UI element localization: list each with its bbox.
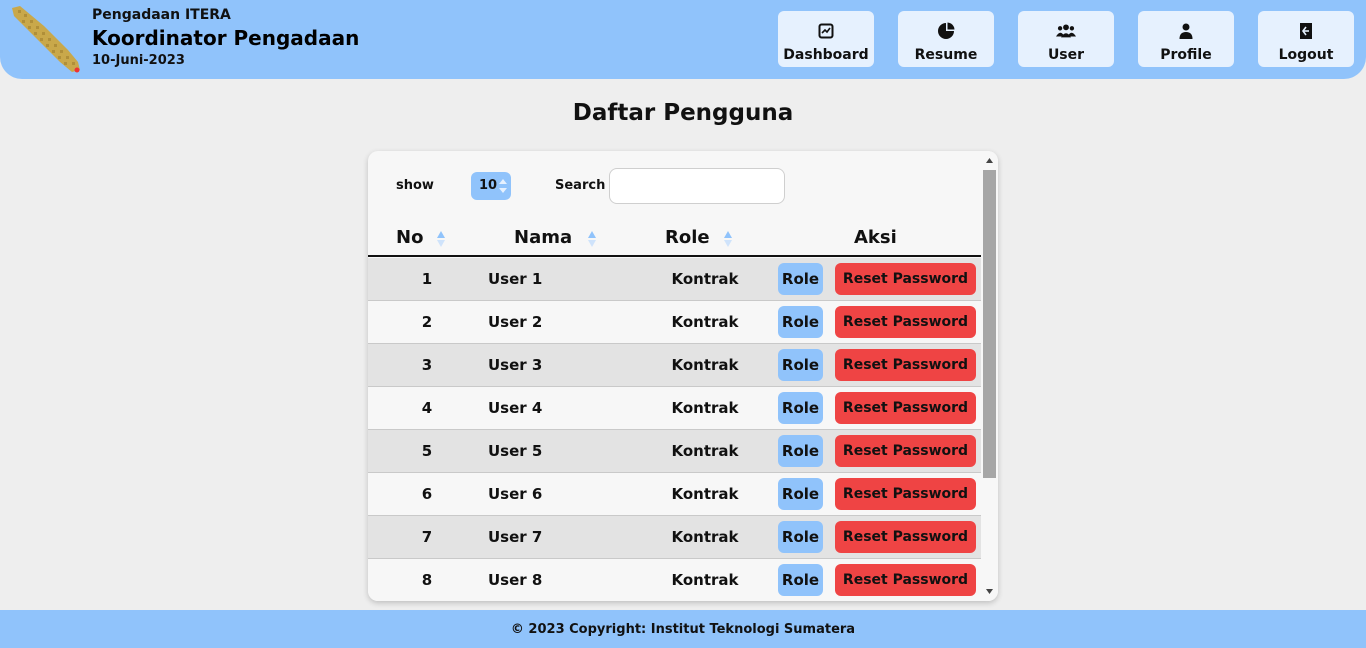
- nav-logout-button[interactable]: Logout: [1258, 11, 1354, 67]
- page-title: Daftar Pengguna: [572, 100, 794, 126]
- cell-no: 2: [421, 313, 433, 331]
- nav-resume-button[interactable]: Resume: [898, 11, 994, 67]
- role-button[interactable]: Role: [778, 564, 823, 596]
- user-table-card: show 10 Search No Nama Role Aksi 1 User …: [368, 151, 998, 601]
- cell-role: Kontrak: [671, 356, 739, 374]
- search-input[interactable]: [609, 168, 785, 204]
- users-icon: [1056, 21, 1076, 41]
- reset-password-button[interactable]: Reset Password: [835, 349, 976, 381]
- cell-role: Kontrak: [671, 442, 739, 460]
- role-button[interactable]: Role: [778, 521, 823, 553]
- cell-nama: User 4: [488, 399, 543, 417]
- brand-block: Pengadaan ITERA Koordinator Pengadaan 10…: [92, 6, 359, 69]
- table-row: 8 User 8 Kontrak Role Reset Password: [368, 559, 981, 601]
- person-icon: [1176, 21, 1196, 41]
- role-button[interactable]: Role: [778, 478, 823, 510]
- nav-logout-label: Logout: [1278, 47, 1334, 63]
- nav-user-label: User: [1047, 47, 1085, 63]
- scroll-down-arrow-icon[interactable]: [985, 587, 994, 596]
- cell-role: Kontrak: [671, 528, 739, 546]
- scroll-thumb[interactable]: [983, 170, 996, 478]
- sumatra-island-logo-icon: [12, 6, 80, 73]
- show-label: show: [396, 178, 434, 193]
- reset-password-button[interactable]: Reset Password: [835, 435, 976, 467]
- cell-role: Kontrak: [671, 270, 739, 288]
- cell-nama: User 1: [488, 270, 543, 288]
- scroll-up-arrow-icon[interactable]: [985, 156, 994, 165]
- role-button[interactable]: Role: [778, 392, 823, 424]
- column-header-nama: Nama: [514, 227, 573, 248]
- page-footer: © 2023 Copyright: Institut Teknologi Sum…: [0, 610, 1366, 648]
- sort-role-icon[interactable]: [723, 229, 733, 249]
- reset-password-button[interactable]: Reset Password: [835, 263, 976, 295]
- cell-nama: User 8: [488, 571, 543, 589]
- cell-no: 4: [421, 399, 433, 417]
- reset-password-button[interactable]: Reset Password: [835, 564, 976, 596]
- cell-role: Kontrak: [671, 571, 739, 589]
- table-body: 1 User 1 Kontrak Role Reset Password 2 U…: [368, 258, 981, 601]
- cell-no: 7: [421, 528, 433, 546]
- cell-role: Kontrak: [671, 485, 739, 503]
- cell-nama: User 5: [488, 442, 543, 460]
- cell-role: Kontrak: [671, 313, 739, 331]
- column-header-aksi: Aksi: [854, 227, 897, 248]
- table-row: 5 User 5 Kontrak Role Reset Password: [368, 430, 981, 473]
- cell-no: 3: [421, 356, 433, 374]
- show-entries-value: 10: [479, 178, 498, 193]
- cell-no: 1: [421, 270, 433, 288]
- role-title: Koordinator Pengadaan: [92, 26, 360, 50]
- dashboard-icon: [816, 21, 836, 41]
- table-scrollbar[interactable]: [981, 151, 998, 601]
- column-header-no: No: [396, 227, 424, 248]
- cell-role: Kontrak: [671, 399, 739, 417]
- table-row: 2 User 2 Kontrak Role Reset Password: [368, 301, 981, 344]
- reset-password-button[interactable]: Reset Password: [835, 521, 976, 553]
- role-button[interactable]: Role: [778, 435, 823, 467]
- cell-nama: User 6: [488, 485, 543, 503]
- role-button[interactable]: Role: [778, 306, 823, 338]
- reset-password-button[interactable]: Reset Password: [835, 392, 976, 424]
- table-controls: show 10 Search: [396, 168, 785, 204]
- spinner-arrows-icon: [499, 179, 507, 193]
- table-row: 6 User 6 Kontrak Role Reset Password: [368, 473, 981, 516]
- search-label: Search: [555, 178, 606, 193]
- cell-no: 8: [421, 571, 433, 589]
- nav-resume-label: Resume: [914, 47, 978, 63]
- cell-nama: User 3: [488, 356, 543, 374]
- org-name: Pengadaan ITERA: [92, 7, 231, 23]
- role-button[interactable]: Role: [778, 263, 823, 295]
- show-entries-select[interactable]: 10: [471, 172, 511, 200]
- nav-user-button[interactable]: User: [1018, 11, 1114, 67]
- reset-password-button[interactable]: Reset Password: [835, 478, 976, 510]
- cell-no: 6: [421, 485, 433, 503]
- nav-profile-button[interactable]: Profile: [1138, 11, 1234, 67]
- sort-no-icon[interactable]: [436, 229, 446, 249]
- app-header: Pengadaan ITERA Koordinator Pengadaan 10…: [0, 0, 1366, 79]
- table-row: 4 User 4 Kontrak Role Reset Password: [368, 387, 981, 430]
- cell-nama: User 2: [488, 313, 543, 331]
- role-button[interactable]: Role: [778, 349, 823, 381]
- table-header: No Nama Role Aksi: [368, 221, 981, 257]
- cell-no: 5: [421, 442, 433, 460]
- table-row: 7 User 7 Kontrak Role Reset Password: [368, 516, 981, 559]
- table-row: 1 User 1 Kontrak Role Reset Password: [368, 258, 981, 301]
- nav-profile-label: Profile: [1160, 47, 1212, 63]
- column-header-role: Role: [665, 227, 710, 248]
- sort-nama-icon[interactable]: [587, 229, 597, 249]
- reset-password-button[interactable]: Reset Password: [835, 306, 976, 338]
- table-row: 3 User 3 Kontrak Role Reset Password: [368, 344, 981, 387]
- logout-door-icon: [1296, 21, 1316, 41]
- nav-dashboard-label: Dashboard: [783, 47, 869, 63]
- nav-dashboard-button[interactable]: Dashboard: [778, 11, 874, 67]
- cell-nama: User 7: [488, 528, 543, 546]
- pie-chart-icon: [936, 21, 956, 41]
- current-date: 10-Juni-2023: [92, 53, 185, 68]
